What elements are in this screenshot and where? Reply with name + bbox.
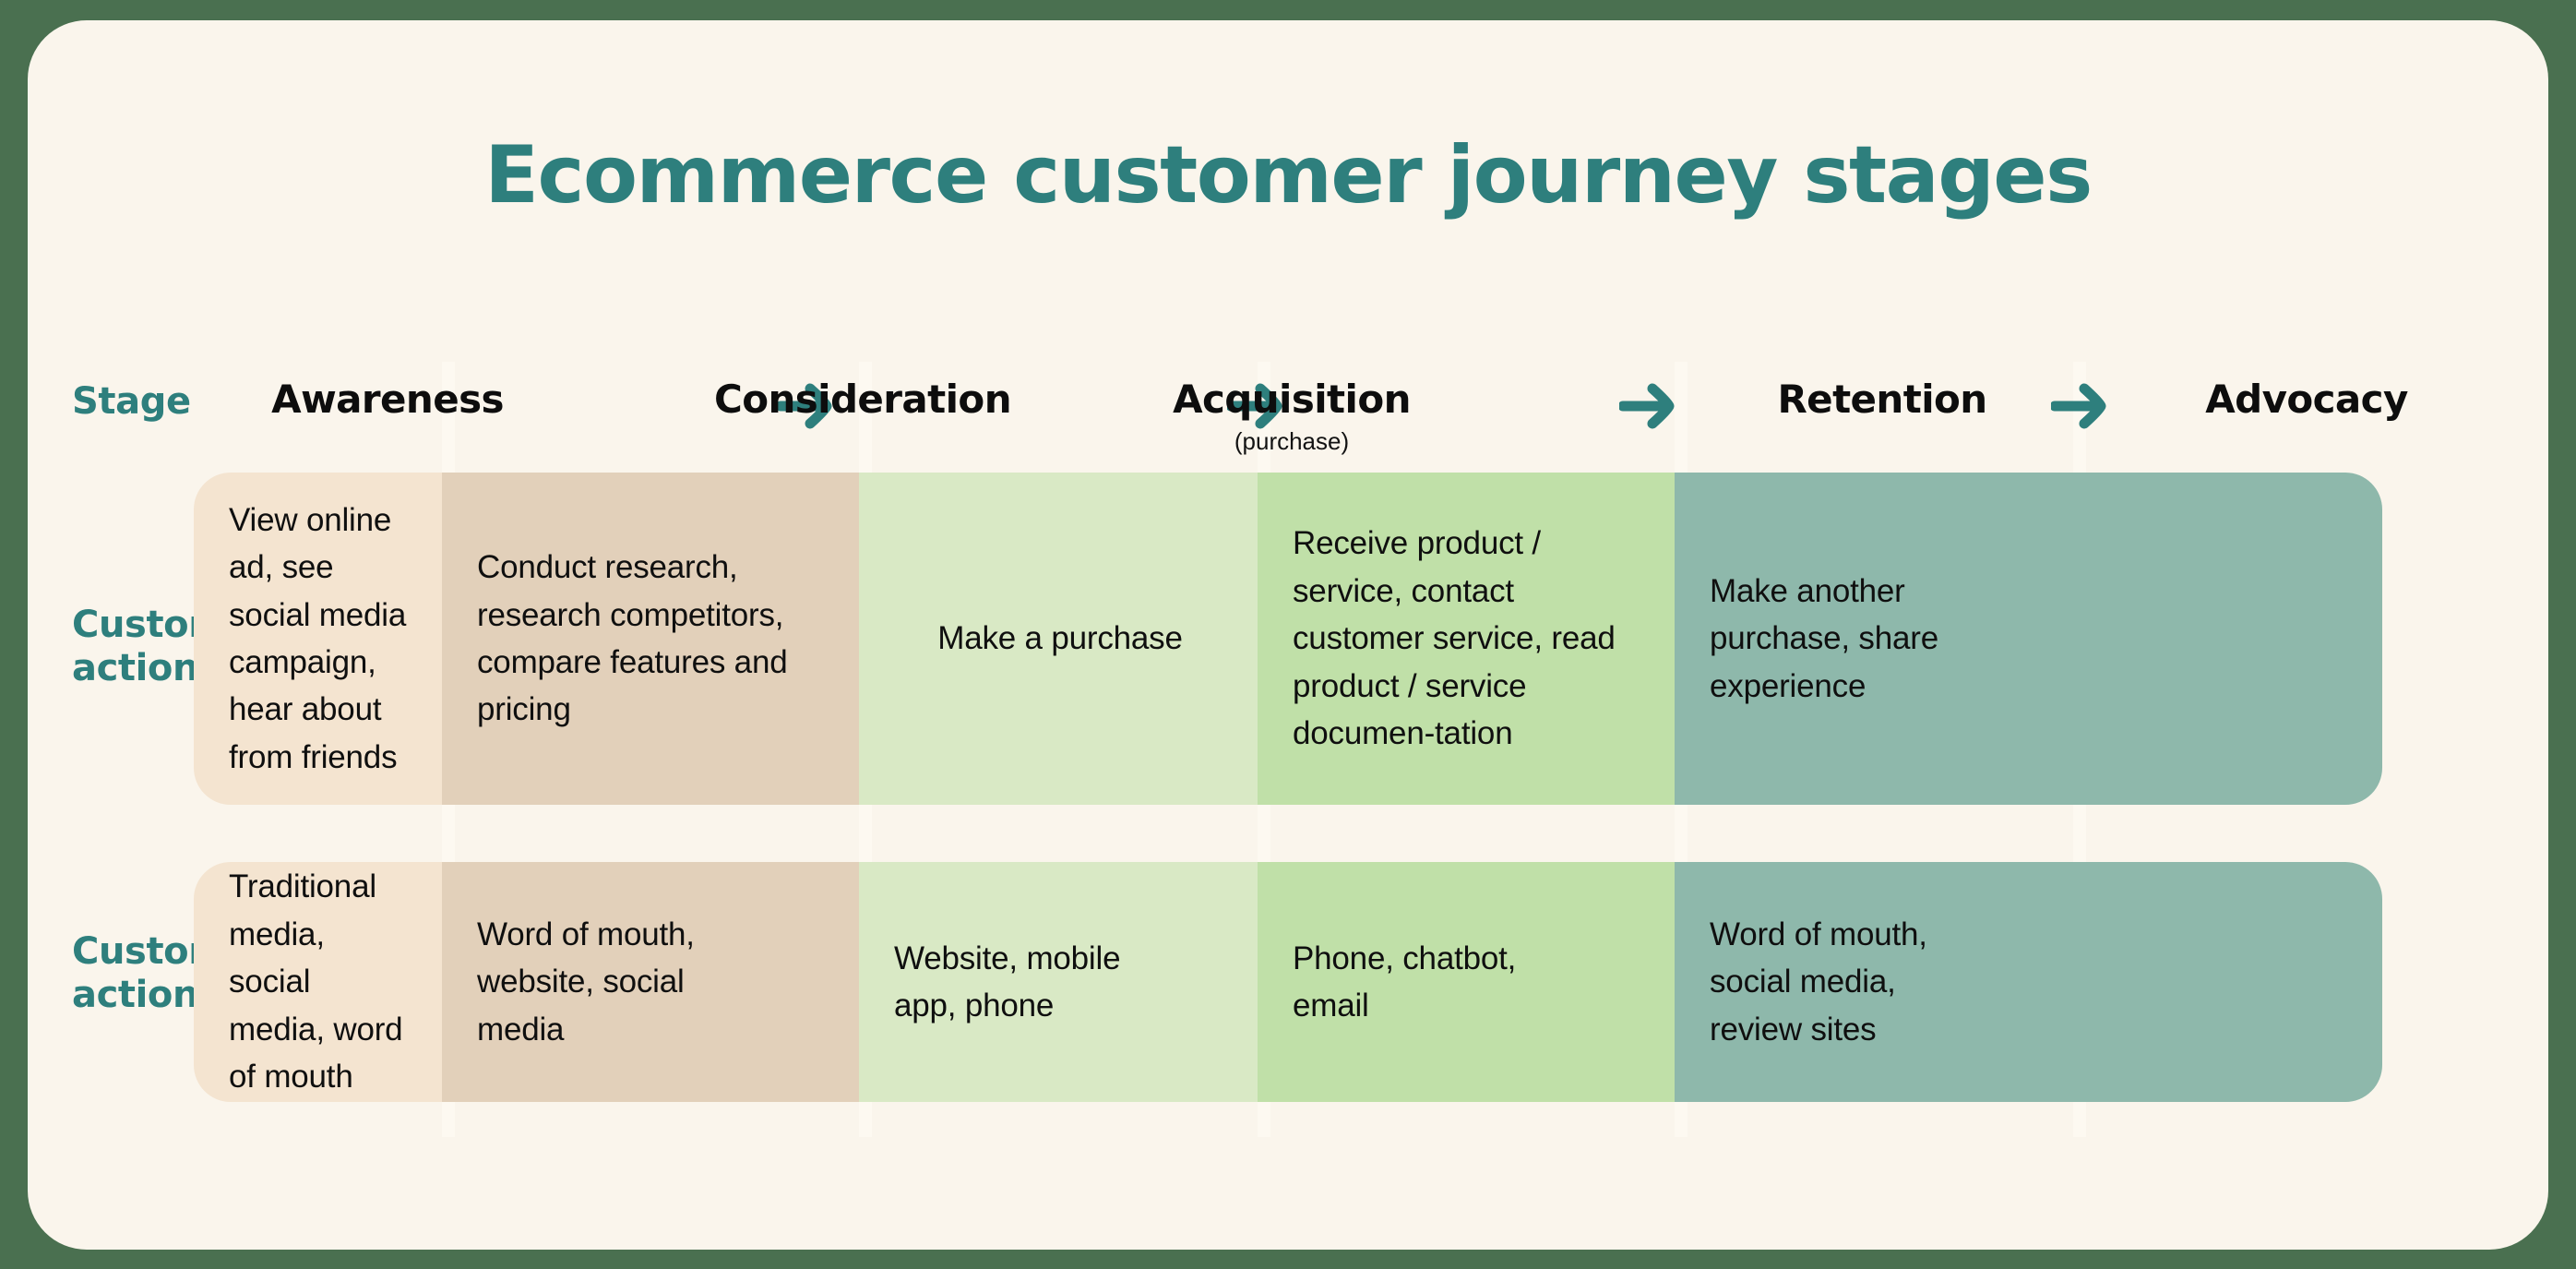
cell-text: Make a purchase xyxy=(937,620,1183,657)
cell-text: Conduct research, research competitors, … xyxy=(477,549,788,728)
stage-name: Retention xyxy=(1777,377,1987,422)
stage-header-acquisition: Acquisition (purchase) xyxy=(1093,377,1490,456)
stage-name: Advocacy xyxy=(2205,377,2408,422)
arrow-right-icon xyxy=(2051,383,2106,429)
stage-subtitle: (purchase) xyxy=(1234,427,1350,455)
stage-header-retention: Retention xyxy=(1688,377,2076,422)
cell-text: Make another purchase, share experience xyxy=(1710,572,1938,704)
stage-header-awareness: Awareness xyxy=(194,377,581,422)
row-customer-channels: Customer actions Traditional media, soci… xyxy=(28,862,2548,1102)
cell-actions-retention: Receive product / service, contact custo… xyxy=(1258,473,1675,805)
stage-header-row: Stage Awareness Consideration Acquisitio… xyxy=(28,360,2548,471)
cell-text: Receive product / service, contact custo… xyxy=(1293,525,1616,752)
stage-name: Awareness xyxy=(271,377,504,422)
stage-header-advocacy: Advocacy xyxy=(2113,377,2500,422)
cell-text: Phone, chatbot, email xyxy=(1293,940,1517,1024)
arrow-right-icon xyxy=(1619,383,1675,429)
stage-name: Acquisition xyxy=(1173,377,1411,422)
cell-actions-consideration: Conduct research, research competitors, … xyxy=(442,473,859,805)
infographic-card: Ecommerce customer journey stages Stage … xyxy=(28,20,2548,1250)
cell-actions-acquisition: Make a purchase xyxy=(859,473,1258,805)
cell-text: Traditional media, social media, word of… xyxy=(229,868,403,1095)
cell-channels-consideration: Word of mouth, website, social media xyxy=(442,862,859,1102)
cell-text: Website, mobile app, phone xyxy=(894,940,1121,1024)
cell-channels-acquisition: Website, mobile app, phone xyxy=(859,862,1258,1102)
cell-channels-advocacy: Word of mouth, social media, review site… xyxy=(1675,862,2382,1102)
cell-actions-awareness: View online ad, see social media campaig… xyxy=(194,473,442,805)
cell-text: View online ad, see social media campaig… xyxy=(229,501,407,775)
page-title: Ecommerce customer journey stages xyxy=(484,129,2093,221)
cell-text: Word of mouth, website, social media xyxy=(477,916,695,1048)
cell-channels-retention: Phone, chatbot, email xyxy=(1258,862,1675,1102)
stage-name: Consideration xyxy=(713,377,1012,422)
row-label-stage: Stage xyxy=(72,380,191,423)
cell-channels-awareness: Traditional media, social media, word of… xyxy=(194,862,442,1102)
cell-actions-advocacy: Make another purchase, share experience xyxy=(1675,473,2382,805)
stage-header-consideration: Consideration xyxy=(632,377,1093,422)
cell-text: Word of mouth, social media, review site… xyxy=(1710,916,1927,1048)
row-customer-actions: Customer actions View online ad, see soc… xyxy=(28,473,2548,805)
